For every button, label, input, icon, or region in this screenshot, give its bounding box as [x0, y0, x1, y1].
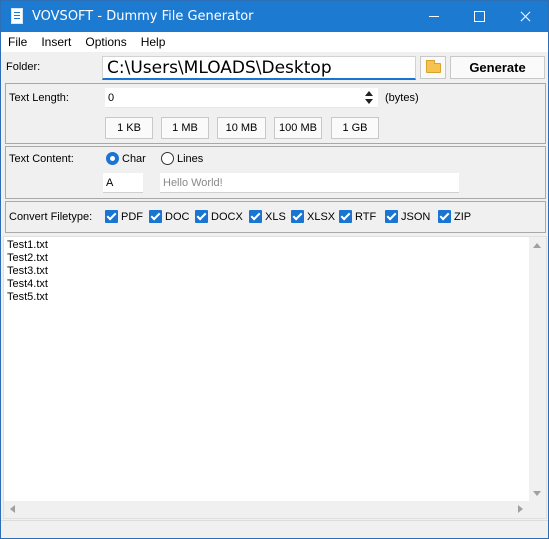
char-input[interactable]: A [103, 173, 143, 193]
menu-options[interactable]: Options [78, 32, 133, 52]
scroll-down-icon[interactable] [533, 491, 541, 496]
minimize-button[interactable] [411, 1, 456, 32]
menu-insert[interactable]: Insert [34, 32, 78, 52]
document-icon [11, 8, 23, 24]
checkbox-xlsx[interactable]: XLSX [291, 210, 335, 224]
title-bar[interactable]: VOVSOFT - Dummy File Generator [1, 1, 548, 32]
preset-1mb-button[interactable]: 1 MB [161, 117, 209, 139]
checkbox-doc[interactable]: DOC [149, 210, 189, 224]
browse-folder-button[interactable] [420, 56, 446, 79]
checkbox-zip[interactable]: ZIP [438, 210, 471, 224]
bytes-unit-label: (bytes) [385, 92, 419, 104]
checkbox-xls-label: XLS [265, 211, 286, 223]
checkbox-pdf[interactable]: PDF [105, 210, 143, 224]
status-bar [1, 520, 548, 538]
checkbox-json[interactable]: JSON [385, 210, 430, 224]
preset-1gb-button[interactable]: 1 GB [331, 117, 379, 139]
vertical-scrollbar[interactable] [529, 237, 546, 502]
checkbox-pdf-label: PDF [121, 211, 143, 223]
menu-file[interactable]: File [1, 32, 34, 52]
text-length-spinner[interactable] [362, 89, 376, 107]
scroll-left-icon[interactable] [10, 505, 15, 513]
list-item: Test2.txt [7, 252, 48, 264]
text-input[interactable]: Hello World! [160, 173, 459, 193]
spin-up-icon[interactable] [365, 91, 373, 96]
checkbox-json-label: JSON [401, 211, 431, 223]
checkbox-rtf[interactable]: RTF [339, 210, 376, 224]
preset-1kb-button[interactable]: 1 KB [105, 117, 153, 139]
radio-char-label: Char [122, 153, 146, 165]
folder-label: Folder: [6, 61, 41, 73]
scroll-corner [529, 501, 546, 518]
output-memo[interactable]: Test1.txt Test2.txt Test3.txt Test4.txt … [3, 236, 547, 519]
close-button[interactable] [503, 1, 548, 32]
convert-filetype-label: Convert Filetype: [9, 211, 93, 223]
preset-10mb-button[interactable]: 10 MB [217, 117, 266, 139]
checkbox-checked-icon [339, 210, 352, 223]
folder-path-input[interactable]: C:\Users\MLOADS\Desktop [102, 56, 416, 80]
checkbox-checked-icon [195, 210, 208, 223]
list-item: Test5.txt [7, 291, 48, 303]
maximize-button[interactable] [457, 1, 502, 32]
generate-button[interactable]: Generate [450, 56, 545, 79]
folder-row: Folder: C:\Users\MLOADS\Desktop Generate [1, 52, 548, 82]
checkbox-xlsx-label: XLSX [307, 211, 336, 223]
menu-help[interactable]: Help [134, 32, 173, 52]
text-length-input[interactable]: 0 [105, 88, 378, 108]
app-window: VOVSOFT - Dummy File Generator File Inse… [0, 0, 549, 539]
radio-lines-label: Lines [177, 153, 204, 165]
list-item: Test3.txt [7, 265, 48, 277]
scroll-up-icon[interactable] [533, 243, 541, 248]
checkbox-checked-icon [291, 210, 304, 223]
window-title: VOVSOFT - Dummy File Generator [32, 9, 254, 24]
convert-filetype-group: Convert Filetype: PDF DOC DOCX XLS XLSX … [5, 201, 546, 233]
checkbox-rtf-label: RTF [355, 211, 377, 223]
checkbox-doc-label: DOC [165, 211, 190, 223]
list-item: Test4.txt [7, 278, 48, 290]
radio-char[interactable]: Char [106, 152, 146, 166]
folder-open-icon [426, 60, 441, 73]
text-length-label: Text Length: [9, 92, 69, 104]
horizontal-scrollbar[interactable] [4, 501, 529, 518]
checkbox-checked-icon [385, 210, 398, 223]
text-content-label: Text Content: [9, 153, 74, 165]
checkbox-checked-icon [149, 210, 162, 223]
checkbox-checked-icon [105, 210, 118, 223]
radio-unchecked-icon [161, 152, 174, 165]
checkbox-checked-icon [249, 210, 262, 223]
checkbox-zip-label: ZIP [454, 211, 472, 223]
list-item: Test1.txt [7, 239, 48, 251]
checkbox-checked-icon [438, 210, 451, 223]
scroll-right-icon[interactable] [518, 505, 523, 513]
radio-lines[interactable]: Lines [161, 152, 203, 166]
checkbox-xls[interactable]: XLS [249, 210, 286, 224]
preset-100mb-button[interactable]: 100 MB [274, 117, 322, 139]
text-length-group: Text Length: 0 (bytes) 1 KB 1 MB 10 MB 1… [5, 83, 546, 144]
menu-bar: File Insert Options Help [1, 32, 548, 52]
checkbox-docx[interactable]: DOCX [195, 210, 243, 224]
output-lines: Test1.txt Test2.txt Test3.txt Test4.txt … [7, 239, 48, 304]
text-content-group: Text Content: Char Lines A Hello World! [5, 146, 546, 199]
spin-down-icon[interactable] [365, 99, 373, 104]
radio-checked-icon [106, 152, 119, 165]
checkbox-docx-label: DOCX [211, 211, 243, 223]
